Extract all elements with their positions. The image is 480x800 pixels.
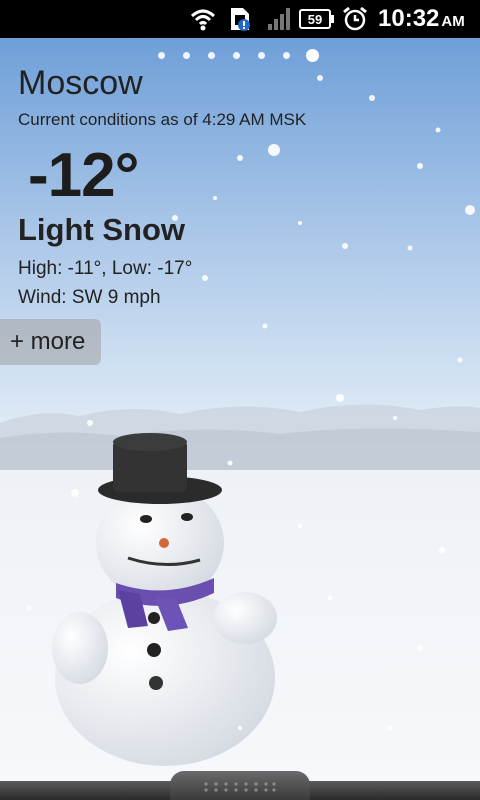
battery-level: 59 <box>308 12 322 27</box>
wind-info: Wind: SW 9 mph <box>18 287 161 308</box>
weather-widget: Moscow Current conditions as of 4:29 AM … <box>0 38 480 800</box>
status-bar: 59 10:32 AM <box>0 0 480 38</box>
page-dot[interactable] <box>233 52 240 59</box>
clock-time: 10:32 <box>378 5 440 32</box>
clock-ampm: AM <box>441 13 465 30</box>
conditions-timestamp: Current conditions as of 4:29 AM MSK <box>18 110 307 129</box>
wifi-icon <box>190 9 216 31</box>
battery-icon: 59 <box>299 9 334 29</box>
grip-dots-icon <box>204 782 276 792</box>
page-dot-active[interactable] <box>306 49 319 62</box>
page-dot[interactable] <box>258 52 265 59</box>
page-dot[interactable] <box>208 52 215 59</box>
weather-condition: Light Snow <box>18 212 186 247</box>
status-clock: 10:32 AM <box>378 4 465 34</box>
current-temperature: -12° <box>28 141 139 210</box>
more-button[interactable]: + more <box>0 319 101 365</box>
page-dot[interactable] <box>183 52 190 59</box>
page-dot[interactable] <box>158 52 165 59</box>
high-low-temperature: High: -11°, Low: -17° <box>18 258 193 279</box>
city-name: Moscow <box>18 64 143 102</box>
sim-alert-icon <box>231 8 250 31</box>
page-dot[interactable] <box>283 52 290 59</box>
alarm-clock-icon <box>343 6 367 31</box>
app-drawer-handle[interactable] <box>170 771 310 800</box>
signal-strength-icon <box>268 8 290 30</box>
